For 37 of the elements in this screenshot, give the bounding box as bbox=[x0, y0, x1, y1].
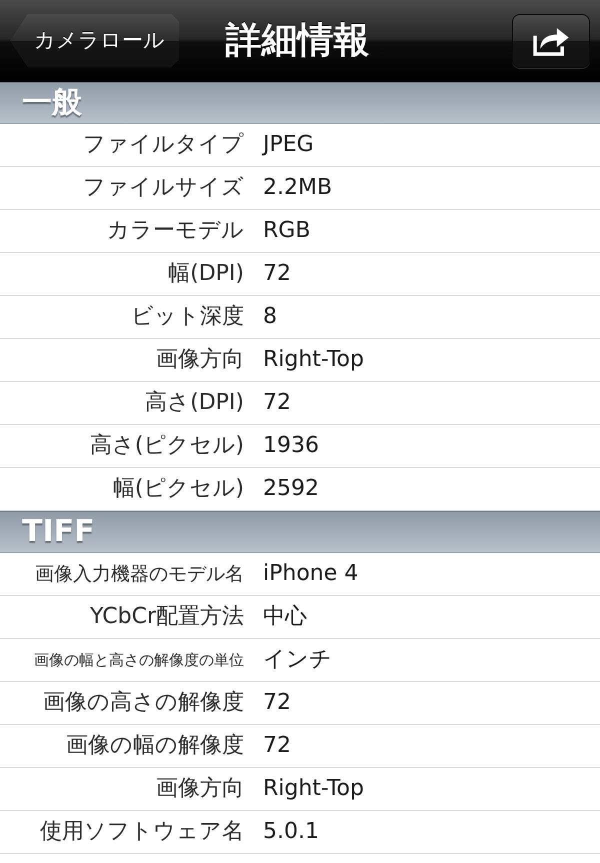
row-value: Right-Top bbox=[263, 349, 364, 371]
row-value: 5.0.1 bbox=[263, 821, 319, 843]
row-value: インチ bbox=[263, 649, 332, 671]
row-label: ビット深度 bbox=[131, 306, 244, 328]
share-button[interactable] bbox=[512, 14, 590, 68]
row-value: 中心 bbox=[263, 606, 307, 628]
row-label: 画像入力機器のモデル名 bbox=[35, 564, 244, 584]
row-value: 1936 bbox=[263, 435, 319, 457]
row-value: 72 bbox=[263, 735, 291, 757]
row-label: ファイルタイプ bbox=[83, 134, 244, 156]
row-value: 2.2MB bbox=[263, 177, 332, 199]
row-label: ファイルサイズ bbox=[83, 177, 244, 199]
row-label: 画像方向 bbox=[156, 778, 244, 800]
row-value: 8 bbox=[263, 306, 277, 328]
row-label: 高さ(DPI) bbox=[145, 392, 244, 414]
row-value: JPEG bbox=[263, 134, 314, 156]
row-value: 72 bbox=[263, 263, 291, 285]
row-value: iPhone 4 bbox=[263, 563, 358, 585]
row-label: 幅(DPI) bbox=[168, 263, 244, 285]
row-label: YCbCr配置方法 bbox=[90, 606, 244, 628]
row-label: 幅(ピクセル) bbox=[112, 478, 244, 500]
section-title: 一般 bbox=[22, 88, 82, 118]
row-label: 画像方向 bbox=[156, 349, 244, 371]
row-label: カラーモデル bbox=[107, 220, 244, 242]
row-value: RGB bbox=[263, 220, 310, 242]
row-label: 高さ(ピクセル) bbox=[90, 435, 244, 457]
row-value: 72 bbox=[263, 392, 291, 414]
nav-title: 詳細情報 bbox=[226, 22, 370, 58]
row-label: 使用ソフトウェア名 bbox=[40, 821, 244, 843]
row-label: 画像の高さの解像度 bbox=[43, 692, 244, 714]
row-value: 72 bbox=[263, 692, 291, 714]
section-title: TIFF bbox=[22, 517, 95, 547]
row-value: 2592 bbox=[263, 478, 319, 500]
row-label: 画像の幅の解像度 bbox=[66, 735, 244, 757]
row-value: Right-Top bbox=[263, 778, 364, 800]
row-label: 画像の幅と高さの解像度の単位 bbox=[34, 652, 244, 668]
back-button[interactable]: カメラロール bbox=[10, 14, 179, 68]
